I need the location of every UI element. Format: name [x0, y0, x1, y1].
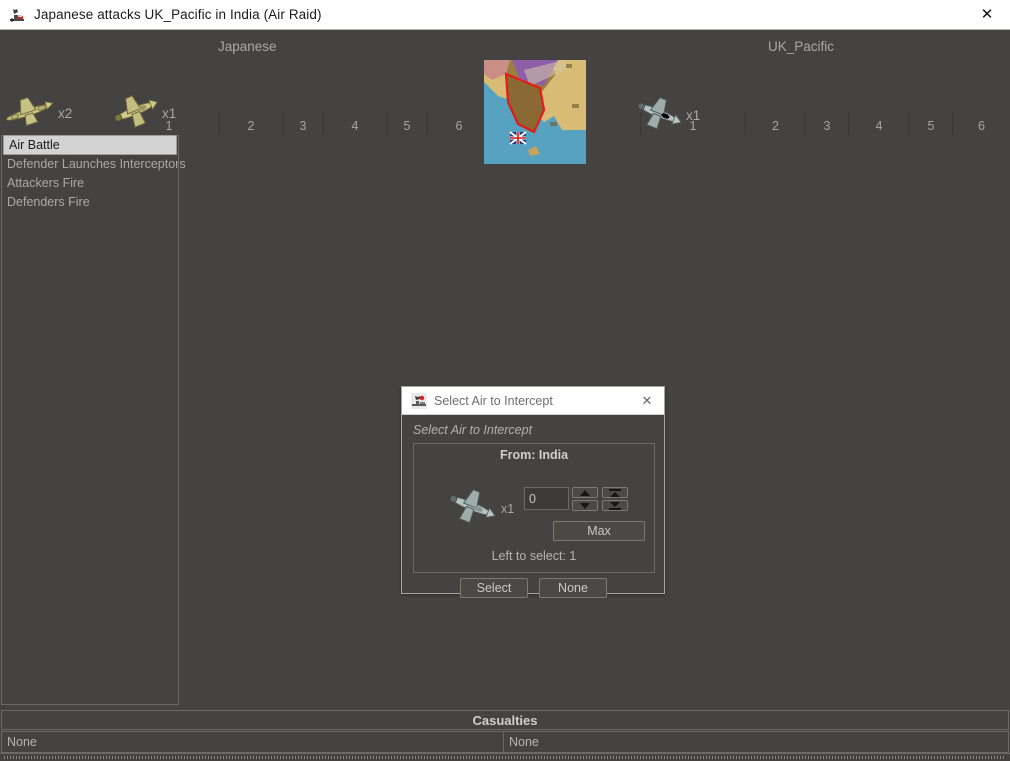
select-button[interactable]: Select [460, 578, 528, 598]
attacker-column-5: 5 [386, 112, 427, 135]
battle-icon [8, 6, 26, 24]
step-item-attackers-fire[interactable]: Attackers Fire [2, 174, 178, 193]
chevron-up-bar-icon [609, 489, 621, 497]
resize-grip[interactable] [4, 756, 1006, 759]
set-max-button[interactable] [602, 487, 628, 498]
defender-column-5: 5 [909, 112, 952, 135]
casualties-title: Casualties [472, 713, 537, 728]
battle-step-list[interactable]: Air Battle Defender Launches Interceptor… [1, 135, 179, 705]
chevron-down-icon [580, 503, 590, 509]
increment-button[interactable] [572, 487, 598, 498]
set-min-button[interactable] [602, 500, 628, 511]
attacker-column-2: 2 [219, 112, 282, 135]
none-button[interactable]: None [539, 578, 607, 598]
decrement-button[interactable] [572, 500, 598, 511]
chevron-down-bar-icon [609, 502, 621, 510]
attacker-column-6: 6 [427, 112, 490, 135]
column-number-strip: 1 2 3 4 5 6 1 2 3 4 5 6 [0, 112, 1010, 135]
attacker-column-3: 3 [282, 112, 323, 135]
dialog-body: Select Air to Intercept From: India [402, 415, 664, 594]
window-titlebar: Japanese attacks UK_Pacific in India (Ai… [0, 0, 1010, 30]
defender-label: UK_Pacific [768, 39, 834, 54]
attacker-column-4: 4 [323, 112, 386, 135]
dialog-unit-count: x1 [501, 502, 514, 516]
from-territory-label: From: India [414, 448, 654, 462]
window-title: Japanese attacks UK_Pacific in India (Ai… [34, 7, 322, 22]
defender-column-6: 6 [952, 112, 1010, 135]
dialog-title: Select Air to Intercept [434, 394, 553, 408]
step-item-defenders-fire[interactable]: Defenders Fire [2, 193, 178, 212]
step-item-defender-launches-interceptors[interactable]: Defender Launches Interceptors [2, 155, 178, 174]
attacker-column-1: 1 [119, 112, 219, 135]
max-button[interactable]: Max [553, 521, 645, 541]
defender-column-2: 2 [745, 112, 805, 135]
air-unit-icon [411, 393, 427, 409]
window-bottom-bar [0, 753, 1010, 761]
dialog-titlebar: Select Air to Intercept ✕ [402, 387, 664, 415]
quantity-stepper-extreme[interactable] [602, 487, 628, 513]
chevron-up-icon [580, 490, 590, 496]
step-item-air-battle[interactable]: Air Battle [3, 135, 177, 155]
defender-column-1: 1 [640, 112, 745, 135]
left-to-select-label: Left to select: 1 [414, 549, 654, 563]
defender-column-4: 4 [848, 112, 909, 135]
intercept-group-box: From: India x1 [413, 443, 655, 573]
attacker-label: Japanese [218, 39, 277, 54]
casualties-defender-value: None [504, 731, 1009, 753]
close-icon[interactable]: ✕ [964, 0, 1010, 29]
casualties-header: Casualties [1, 710, 1009, 730]
dialog-unit-row: x1 [444, 484, 514, 533]
fighter-icon [444, 484, 498, 533]
dialog-caption: Select Air to Intercept [413, 423, 532, 437]
close-icon[interactable]: ✕ [636, 392, 658, 410]
defender-column-3: 3 [805, 112, 848, 135]
casualties-attacker-value: None [1, 731, 504, 753]
casualties-row: None None [1, 731, 1009, 753]
quantity-input[interactable]: 0 [524, 487, 569, 510]
select-air-to-intercept-dialog: Select Air to Intercept ✕ Select Air to … [401, 386, 665, 594]
panel-divider [178, 135, 179, 705]
quantity-stepper[interactable] [572, 487, 598, 513]
